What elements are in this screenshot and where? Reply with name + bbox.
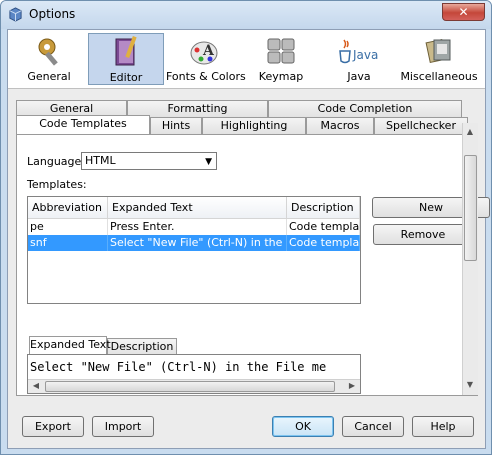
horizontal-scroll-thumb[interactable] [45, 381, 335, 392]
column-header-description[interactable]: Description [287, 197, 360, 219]
tab-code-completion[interactable]: Code Completion [268, 100, 462, 117]
import-button[interactable]: Import [92, 416, 154, 437]
editor-notebook-icon [115, 36, 137, 66]
cell-abbreviation: snf [28, 235, 108, 251]
options-content: General Editor A Fonts & Colors Keymap J… [7, 29, 490, 449]
close-button[interactable]: ✕ [442, 3, 485, 21]
category-fonts-colors[interactable]: A Fonts & Colors [166, 33, 246, 85]
cancel-button[interactable]: Cancel [342, 416, 404, 437]
cell-description: Code template [289, 219, 360, 235]
category-general[interactable]: General [14, 33, 84, 85]
tab-code-templates[interactable]: Code Templates [16, 115, 150, 134]
app-cube-icon [9, 7, 22, 22]
svg-text:A: A [202, 43, 215, 59]
vertical-scroll-thumb[interactable] [464, 155, 477, 261]
options-window: Options ✕ General Editor A Fonts & Color… [0, 0, 492, 455]
scroll-up-icon[interactable]: ▲ [463, 127, 477, 136]
language-select-value: HTML [85, 154, 116, 167]
vertical-scrollbar[interactable]: ▲ ▼ [462, 123, 478, 395]
table-row[interactable]: pe Press Enter. Code template [28, 219, 360, 235]
tab-hints[interactable]: Hints [150, 117, 202, 134]
category-label: General [27, 70, 71, 83]
remove-button[interactable]: Remove [373, 224, 473, 245]
chevron-down-icon: ▼ [205, 157, 212, 167]
horizontal-scrollbar[interactable]: ◀ ▶ [28, 379, 360, 393]
templates-label: Templates: [27, 178, 87, 191]
java-logo-text: Java [352, 48, 378, 62]
table-row[interactable]: snf Select "New File" (Ctrl-N) in the Fi… [28, 235, 360, 251]
tab-description[interactable]: Description [107, 338, 177, 355]
language-label: Language: [27, 155, 85, 168]
help-button[interactable]: Help [412, 416, 474, 437]
category-label: Miscellaneous [400, 70, 478, 83]
expanded-text-editor[interactable]: Select "New File" (Ctrl-N) in the File m… [27, 354, 361, 394]
export-button[interactable]: Export [22, 416, 84, 437]
expanded-text-value: Select "New File" (Ctrl-N) in the File m… [30, 360, 327, 374]
column-header-abbreviation[interactable]: Abbreviation [28, 197, 108, 219]
tab-expanded-text[interactable]: Expanded Text [29, 336, 111, 354]
palette-font-icon: A [190, 41, 218, 65]
category-keymap[interactable]: Keymap [246, 33, 316, 85]
misc-icon [425, 38, 451, 64]
tab-spellchecker[interactable]: Spellchecker [374, 117, 468, 134]
category-editor[interactable]: Editor [88, 33, 164, 85]
scroll-down-icon[interactable]: ▼ [463, 380, 477, 389]
category-miscellaneous[interactable]: Miscellaneous [400, 33, 478, 85]
category-label: Editor [109, 71, 143, 84]
gear-wrench-icon [38, 38, 58, 66]
cell-expanded-text: Select "New File" (Ctrl-N) in the Fil... [108, 235, 287, 251]
language-select[interactable]: HTML ▼ [81, 152, 217, 170]
close-icon: ✕ [458, 5, 469, 19]
cell-expanded-text: Press Enter. [108, 219, 287, 235]
code-templates-panel: Language: HTML ▼ Templates: Abbreviation… [16, 134, 490, 396]
keyboard-icon [267, 38, 295, 64]
title-bar[interactable]: Options ✕ [1, 1, 491, 29]
category-label: Fonts & Colors [166, 70, 246, 83]
tab-macros[interactable]: Macros [306, 117, 374, 134]
java-cup-icon: Java [339, 39, 378, 64]
ok-button[interactable]: OK [272, 416, 334, 437]
scroll-left-icon[interactable]: ◀ [29, 381, 43, 390]
templates-table: Abbreviation Expanded Text Description p… [27, 196, 361, 304]
cell-description: Code template [289, 235, 360, 251]
cell-abbreviation: pe [28, 219, 108, 235]
category-java[interactable]: Java Java [324, 33, 394, 85]
tab-highlighting[interactable]: Highlighting [202, 117, 306, 134]
window-title: Options [29, 7, 76, 21]
category-label: Keymap [258, 70, 304, 83]
category-label: Java [347, 70, 371, 83]
column-header-expanded-text[interactable]: Expanded Text [108, 197, 287, 219]
scroll-right-icon[interactable]: ▶ [345, 381, 359, 390]
category-bar: General Editor A Fonts & Colors Keymap J… [8, 30, 485, 89]
